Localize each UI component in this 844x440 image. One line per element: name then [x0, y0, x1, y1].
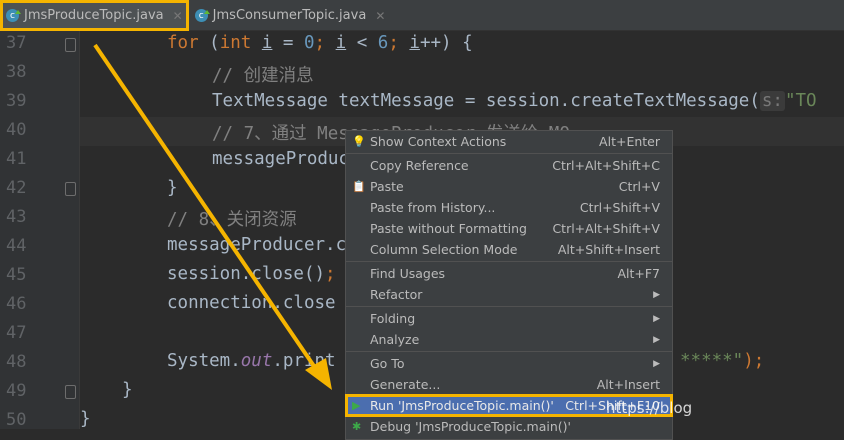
submenu-arrow-icon: ▶	[653, 334, 660, 345]
code-line-50: }	[80, 409, 91, 429]
close-icon[interactable]: ✕	[173, 9, 183, 23]
editor-tabs: c JmsProduceTopic.java ✕ c JmsConsumerTopic…	[0, 0, 844, 31]
line-number: 49	[6, 381, 27, 401]
line-number: 47	[6, 323, 27, 343]
line-number: 45	[6, 265, 27, 285]
fold-icon[interactable]	[65, 38, 76, 52]
tab-label: JmsProduceTopic.java	[24, 8, 164, 23]
menu-item-label: Paste	[370, 179, 404, 194]
code-line-42: }	[167, 178, 178, 198]
menu-item-label: Find Usages	[370, 266, 446, 281]
line-number: 40	[6, 120, 27, 140]
menu-item-label: Folding	[370, 311, 416, 326]
context-menu: 💡 Show Context Actions Alt+Enter Copy Refer…	[345, 130, 673, 440]
menu-item-folding[interactable]: Folding ▶	[346, 308, 672, 329]
code-line-46: connection.close	[167, 293, 336, 313]
menu-item-column-selection-mode[interactable]: Column Selection Mode Alt+Shift+Insert	[346, 239, 672, 260]
line-number: 46	[6, 294, 27, 314]
code-line-44: messageProducer.c	[167, 235, 347, 255]
menu-item-copy-reference[interactable]: Copy Reference Ctrl+Alt+Shift+C	[346, 155, 672, 176]
code-line-38: // 创建消息	[212, 66, 314, 86]
line-number: 39	[6, 91, 27, 111]
menu-item-shortcut: Alt+Insert	[596, 377, 660, 392]
menu-item-label: Generate...	[370, 377, 441, 392]
menu-item-show-context-actions[interactable]: 💡 Show Context Actions Alt+Enter	[346, 131, 672, 152]
menu-item-refactor[interactable]: Refactor ▶	[346, 284, 672, 305]
menu-separator	[346, 261, 672, 262]
submenu-arrow-icon: ▶	[653, 358, 660, 369]
code-line-43: // 8、关闭资源	[167, 210, 297, 230]
menu-separator	[346, 306, 672, 307]
menu-item-label: Column Selection Mode	[370, 242, 518, 257]
menu-item-label: Show Context Actions	[370, 134, 507, 149]
line-number: 43	[6, 207, 27, 227]
code-line-39: TextMessage textMessage = session.create…	[212, 91, 817, 111]
menu-item-label: Paste without Formatting	[370, 221, 527, 236]
bulb-icon: 💡	[352, 135, 366, 148]
submenu-arrow-icon: ▶	[653, 313, 660, 324]
menu-item-shortcut: Ctrl+Shift+V	[579, 200, 660, 215]
menu-item-generate[interactable]: Generate... Alt+Insert	[346, 374, 672, 395]
code-line-48-tail: *****");	[680, 351, 765, 371]
line-number: 48	[6, 352, 27, 372]
menu-separator	[346, 351, 672, 352]
fold-icon[interactable]	[65, 385, 76, 399]
close-icon[interactable]: ✕	[375, 9, 385, 23]
watermark: https://blog	[606, 399, 693, 417]
menu-item-label: Go To	[370, 356, 405, 371]
debug-icon: ✱	[352, 420, 362, 433]
menu-item-shortcut: Alt+F7	[617, 266, 660, 281]
java-class-icon: c	[6, 9, 21, 22]
menu-item-label: Analyze	[370, 332, 420, 347]
menu-item-paste-without-formatting[interactable]: Paste without Formatting Ctrl+Alt+Shift+V	[346, 218, 672, 239]
menu-item-paste-from-history[interactable]: Paste from History... Ctrl+Shift+V	[346, 197, 672, 218]
menu-item-shortcut: Ctrl+Alt+Shift+V	[552, 221, 660, 236]
line-number: 44	[6, 236, 27, 256]
menu-item-shortcut: Alt+Shift+Insert	[557, 242, 660, 257]
java-class-icon: c	[194, 9, 210, 22]
menu-item-label: Paste from History...	[370, 200, 496, 215]
menu-item-find-usages[interactable]: Find Usages Alt+F7	[346, 263, 672, 284]
code-line-49: }	[122, 380, 133, 400]
tab-label: JmsConsumerTopic.java	[212, 8, 367, 23]
code-line-45: session.close();	[167, 264, 336, 284]
tab-jms-consumer-topic[interactable]: c JmsConsumerTopic.java ✕	[189, 0, 392, 31]
line-number: 37	[6, 33, 27, 53]
menu-item-shortcut: Alt+Enter	[599, 134, 660, 149]
menu-item-shortcut: Ctrl+Alt+Shift+C	[552, 158, 660, 173]
code-line-48: System.out.print	[167, 351, 336, 371]
menu-item-debug-jmsproducetopic-main[interactable]: ✱ Debug 'JmsProduceTopic.main()'	[346, 416, 672, 437]
menu-item-paste[interactable]: 📋 Paste Ctrl+V	[346, 176, 672, 197]
line-number: 42	[6, 178, 27, 198]
menu-item-label: Refactor	[370, 287, 423, 302]
line-number: 41	[6, 149, 27, 169]
code-line-37: for (int i = 0; i < 6; i++) {	[167, 33, 473, 53]
line-number: 38	[6, 62, 27, 82]
line-number: 50	[6, 410, 27, 430]
submenu-arrow-icon: ▶	[653, 289, 660, 300]
code-line-41: messageProduc	[212, 149, 349, 169]
menu-item-go-to[interactable]: Go To ▶	[346, 353, 672, 374]
menu-item-label: Copy Reference	[370, 158, 469, 173]
menu-item-label: Run 'JmsProduceTopic.main()'	[370, 398, 554, 413]
run-icon: ▶	[352, 399, 361, 412]
menu-item-label: Debug 'JmsProduceTopic.main()'	[370, 419, 571, 434]
tab-jms-produce-topic[interactable]: c JmsProduceTopic.java ✕	[0, 0, 189, 31]
menu-separator	[346, 153, 672, 154]
fold-icon[interactable]	[65, 182, 76, 196]
clipboard-icon: 📋	[352, 180, 366, 193]
menu-item-shortcut: Ctrl+V	[618, 179, 660, 194]
menu-item-analyze[interactable]: Analyze ▶	[346, 329, 672, 350]
